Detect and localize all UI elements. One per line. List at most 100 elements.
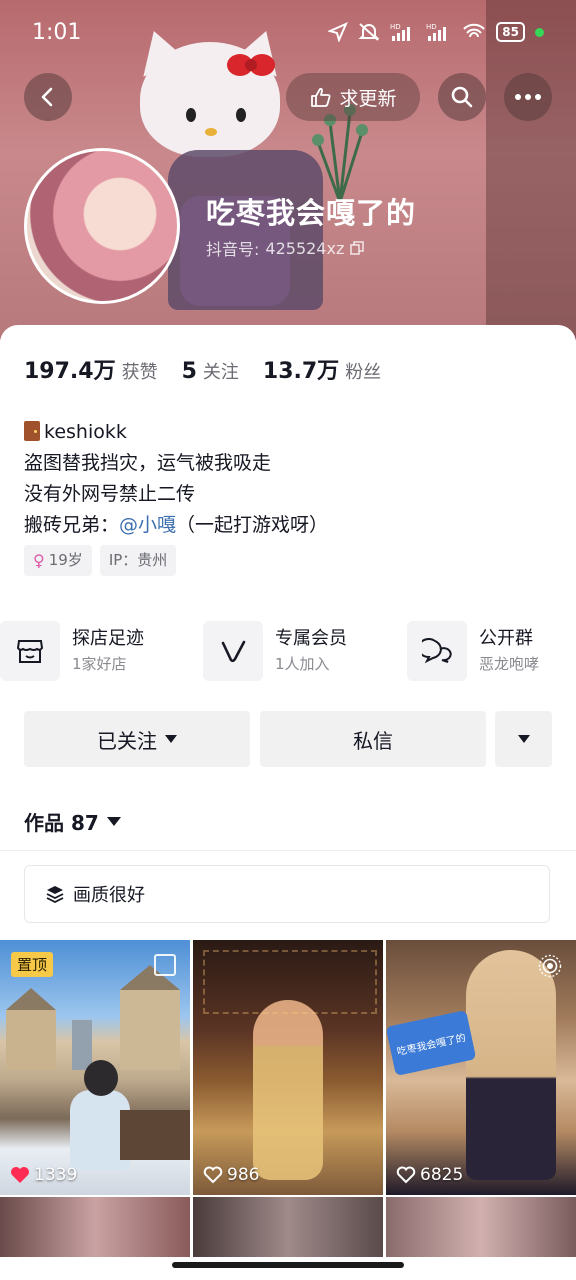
followed-button[interactable]: 已关注 <box>24 711 250 767</box>
video-thumbnail <box>386 1197 576 1257</box>
feature-subtitle: 1家好店 <box>72 655 127 673</box>
bio-text: keshiokk <box>44 421 127 443</box>
feature-store-visits[interactable]: 探店足迹 1家好店 <box>0 619 144 683</box>
stat-value: 197.4万 <box>24 359 116 384</box>
caret-down-icon <box>106 817 121 826</box>
message-label: 私信 <box>353 728 393 753</box>
stat-label: 关注 <box>202 362 239 383</box>
door-icon <box>24 421 40 441</box>
bio-line: keshiokk <box>24 417 328 448</box>
like-count: 1339 <box>10 1165 77 1185</box>
douyin-id-label: 抖音号: <box>206 240 260 259</box>
thumb-hand-icon <box>311 87 331 107</box>
search-button[interactable] <box>438 73 486 121</box>
heart-outline-icon <box>396 1166 416 1184</box>
bio-text: （一起打游戏呀） <box>176 514 329 536</box>
like-count: 986 <box>203 1165 259 1185</box>
stat-value: 5 <box>181 359 197 384</box>
privacy-dot <box>535 27 544 37</box>
video-thumbnail-tablet: 吃枣我会嘎了的 <box>386 1010 477 1076</box>
mention-link[interactable]: @小嘎 <box>119 514 176 536</box>
feature-public-group[interactable]: 公开群 恶龙咆哮 <box>407 619 539 683</box>
video-tile[interactable] <box>386 1197 576 1257</box>
stat-label: 获赞 <box>121 362 158 383</box>
video-thumbnail-bench <box>120 1110 190 1160</box>
stats-row: 197.4万 获赞 5 关注 13.7万 粉丝 <box>24 353 381 385</box>
ip-location-tag: IP：贵州 <box>99 545 177 576</box>
svg-text:HD: HD <box>426 23 437 31</box>
video-thumbnail-lights <box>203 950 377 1014</box>
cover-art-eye <box>236 108 246 122</box>
group-chat-icon <box>407 621 467 681</box>
video-tile[interactable]: 置顶 1339 <box>0 940 190 1195</box>
like-count-value: 6825 <box>420 1165 464 1185</box>
age-value: 19岁 <box>48 551 83 569</box>
followed-label: 已关注 <box>97 728 157 753</box>
status-bar: 1:01 HD HD 85 <box>0 0 576 70</box>
feature-subtitle: 恶龙咆哮 <box>479 655 540 673</box>
feature-subtitle: 1人加入 <box>275 655 330 673</box>
feature-title: 公开群 <box>479 628 533 649</box>
video-thumbnail <box>193 1197 383 1257</box>
profile-bio: keshiokk 盗图替我挡灾，运气被我吸走 没有外网号禁止二传 搬砖兄弟：@小… <box>24 417 328 541</box>
chevron-left-icon <box>41 87 53 107</box>
video-tile[interactable] <box>193 1197 383 1257</box>
svg-text:HD: HD <box>390 23 401 31</box>
profile-card: 197.4万 获赞 5 关注 13.7万 粉丝 keshiokk 盗图替我挡灾，… <box>0 325 576 1280</box>
message-button[interactable]: 私信 <box>260 711 486 767</box>
live-photo-icon <box>538 954 562 978</box>
home-indicator[interactable] <box>172 1262 404 1268</box>
cover-art-eye <box>186 108 196 122</box>
request-update-label: 求更新 <box>339 87 397 110</box>
collection-entry[interactable]: 画质很好 <box>24 865 550 923</box>
feature-entries: 探店足迹 1家好店 专属会员 1人加入 公开群 恶龙咆哮 <box>0 619 576 683</box>
wifi-icon <box>463 23 486 38</box>
female-gender-icon: ♀ <box>33 551 45 570</box>
pinned-badge: 置顶 <box>11 952 54 977</box>
bio-line: 盗图替我挡灾，运气被我吸走 <box>24 452 272 474</box>
collection-label: 画质很好 <box>73 885 145 906</box>
video-thumbnail-person <box>466 950 556 1180</box>
douyin-id-value: 425524xz <box>265 238 345 258</box>
cover-art-nose <box>205 128 217 136</box>
profile-avatar[interactable] <box>24 148 180 304</box>
shop-icon <box>0 621 60 681</box>
heart-filled-icon <box>11 1167 29 1183</box>
video-thumbnail-head <box>84 1060 118 1096</box>
caret-down-icon <box>165 735 177 743</box>
request-update-button[interactable]: 求更新 <box>286 73 420 121</box>
bio-text: 搬砖兄弟： <box>24 514 120 536</box>
video-tile[interactable]: 986 <box>193 940 383 1195</box>
status-time: 1:01 <box>32 20 82 45</box>
works-label: 作品 87 <box>24 811 99 835</box>
heart-outline-icon <box>203 1166 223 1184</box>
layers-icon <box>46 886 64 904</box>
battery-indicator: 85 <box>496 22 525 42</box>
video-tile[interactable] <box>0 1197 190 1257</box>
stat-likes[interactable]: 197.4万 获赞 <box>24 353 158 385</box>
age-tag: ♀ 19岁 <box>24 545 92 576</box>
copy-icon[interactable] <box>350 241 365 255</box>
select-checkbox[interactable] <box>154 954 176 976</box>
stat-label: 粉丝 <box>345 362 382 383</box>
feature-membership[interactable]: 专属会员 1人加入 <box>203 619 347 683</box>
back-button[interactable] <box>24 73 72 121</box>
more-dots-icon <box>515 94 541 100</box>
bio-line: 没有外网号禁止二传 <box>24 483 196 505</box>
stat-value: 13.7万 <box>262 359 340 384</box>
recommend-dropdown-button[interactable] <box>495 711 552 767</box>
video-tile[interactable]: 吃枣我会嘎了的 6825 <box>386 940 576 1195</box>
like-count-value: 1339 <box>34 1165 78 1185</box>
profile-tags: ♀ 19岁 IP：贵州 <box>24 545 177 576</box>
douyin-id-row[interactable]: 抖音号: 425524xz <box>206 236 365 260</box>
bio-line: 搬砖兄弟：@小嘎（一起打游戏呀） <box>24 510 328 541</box>
like-count: 6825 <box>396 1165 463 1185</box>
stat-following[interactable]: 5 关注 <box>182 358 239 384</box>
stat-followers[interactable]: 13.7万 粉丝 <box>263 353 381 385</box>
more-button[interactable] <box>504 73 552 121</box>
action-buttons: 已关注 私信 <box>24 711 552 767</box>
status-icons: HD HD 85 <box>328 22 544 42</box>
feature-title: 专属会员 <box>275 628 347 649</box>
feature-title: 探店足迹 <box>72 628 144 649</box>
works-tab[interactable]: 作品 87 <box>24 807 121 836</box>
